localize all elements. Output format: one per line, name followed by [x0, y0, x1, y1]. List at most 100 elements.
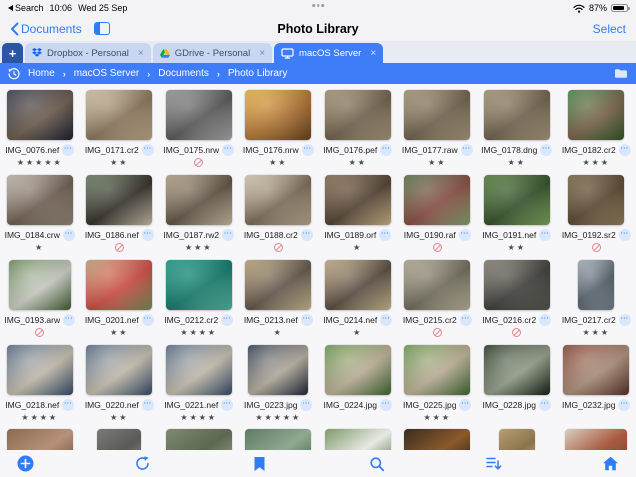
search-button[interactable] — [366, 453, 388, 475]
photo-thumbnail[interactable] — [499, 429, 535, 450]
more-options-button[interactable]: ··· — [539, 399, 551, 411]
more-options-button[interactable]: ··· — [539, 314, 551, 326]
photo-thumbnail[interactable] — [86, 260, 152, 310]
more-options-button[interactable]: ··· — [222, 144, 234, 156]
breadcrumb-bar: Home›macOS Server›Documents›Photo Librar… — [0, 63, 636, 84]
breadcrumb-item[interactable]: Documents — [158, 68, 209, 79]
photo-thumbnail[interactable] — [484, 175, 550, 225]
photo-thumbnail[interactable] — [325, 260, 391, 310]
more-options-button[interactable]: ··· — [142, 314, 154, 326]
more-options-button[interactable]: ··· — [63, 229, 75, 241]
refresh-button[interactable] — [131, 453, 153, 475]
select-button[interactable]: Select — [593, 22, 626, 36]
photo-thumbnail[interactable] — [7, 429, 73, 450]
more-options-button[interactable]: ··· — [63, 314, 75, 326]
more-options-button[interactable]: ··· — [619, 314, 631, 326]
more-options-button[interactable]: ··· — [300, 399, 312, 411]
more-options-button[interactable]: ··· — [62, 144, 74, 156]
photo-thumbnail[interactable] — [166, 260, 232, 310]
photo-thumbnail[interactable] — [245, 260, 311, 310]
more-options-button[interactable]: ··· — [142, 399, 154, 411]
more-options-button[interactable]: ··· — [461, 144, 473, 156]
more-options-button[interactable]: ··· — [380, 314, 392, 326]
photo-thumbnail[interactable] — [568, 175, 624, 225]
more-options-button[interactable]: ··· — [142, 144, 154, 156]
multitask-indicator-icon[interactable] — [312, 4, 324, 7]
more-options-button[interactable]: ··· — [619, 144, 631, 156]
close-tab-icon[interactable]: × — [138, 48, 144, 59]
file-name: IMG_0228.jpg — [483, 400, 536, 410]
more-options-button[interactable]: ··· — [459, 399, 471, 411]
more-options-button[interactable]: ··· — [380, 399, 392, 411]
photo-thumbnail[interactable] — [245, 429, 311, 450]
tab-gdrive-personal[interactable]: GDrive - Personal× — [153, 43, 272, 63]
add-button[interactable] — [14, 453, 36, 475]
photo-thumbnail[interactable] — [9, 260, 71, 310]
more-options-button[interactable]: ··· — [301, 229, 313, 241]
photo-thumbnail[interactable] — [86, 90, 152, 140]
photo-thumbnail[interactable] — [97, 429, 141, 450]
photo-thumbnail[interactable] — [245, 175, 311, 225]
photo-thumbnail[interactable] — [325, 90, 391, 140]
more-options-button[interactable]: ··· — [62, 399, 74, 411]
tab-macos-server[interactable]: macOS Server × — [274, 43, 383, 63]
photo-thumbnail[interactable] — [166, 175, 232, 225]
tab-label: macOS Server — [299, 48, 361, 59]
history-icon[interactable] — [8, 68, 20, 80]
rating-stars: ★★★ — [423, 413, 451, 422]
tab-dropbox-personal[interactable]: Dropbox - Personal× — [25, 43, 151, 63]
photo-thumbnail[interactable] — [578, 260, 614, 310]
photo-thumbnail[interactable] — [325, 345, 391, 395]
more-options-button[interactable]: ··· — [379, 229, 391, 241]
photo-thumbnail[interactable] — [86, 345, 152, 395]
close-tab-icon[interactable]: × — [259, 48, 265, 59]
back-to-app[interactable]: Search — [8, 3, 44, 13]
breadcrumb-item[interactable]: Home — [28, 68, 55, 79]
back-button[interactable]: Documents — [10, 22, 82, 36]
photo-thumbnail[interactable] — [7, 175, 73, 225]
close-tab-icon[interactable]: × — [370, 48, 376, 59]
more-options-button[interactable]: ··· — [221, 314, 233, 326]
breadcrumb-item[interactable]: Photo Library — [228, 68, 287, 79]
folder-icon[interactable] — [614, 68, 628, 79]
photo-thumbnail[interactable] — [404, 429, 470, 450]
photo-thumbnail[interactable] — [7, 90, 73, 140]
photo-thumbnail[interactable] — [404, 90, 470, 140]
more-options-button[interactable]: ··· — [460, 314, 472, 326]
photo-thumbnail[interactable] — [404, 260, 470, 310]
home-button[interactable] — [600, 453, 622, 475]
photo-thumbnail[interactable] — [86, 175, 152, 225]
photo-thumbnail[interactable] — [325, 175, 391, 225]
more-options-button[interactable]: ··· — [221, 399, 233, 411]
sidebar-toggle-icon[interactable] — [94, 22, 110, 35]
new-tab-button[interactable]: + — [2, 43, 23, 63]
more-options-button[interactable]: ··· — [618, 399, 630, 411]
photo-thumbnail[interactable] — [565, 429, 627, 450]
photo-thumbnail[interactable] — [245, 90, 311, 140]
tasks-button[interactable] — [483, 453, 505, 475]
more-options-button[interactable]: ··· — [222, 229, 234, 241]
photo-thumbnail[interactable] — [484, 345, 550, 395]
more-options-button[interactable]: ··· — [380, 144, 392, 156]
photo-thumbnail[interactable] — [484, 260, 550, 310]
more-options-button[interactable]: ··· — [142, 229, 154, 241]
more-options-button[interactable]: ··· — [302, 144, 314, 156]
photo-thumbnail[interactable] — [248, 345, 308, 395]
photo-thumbnail[interactable] — [404, 175, 470, 225]
breadcrumb-item[interactable]: macOS Server — [74, 68, 140, 79]
more-options-button[interactable]: ··· — [301, 314, 313, 326]
bookmark-button[interactable] — [248, 453, 270, 475]
photo-thumbnail[interactable] — [166, 429, 232, 450]
photo-thumbnail[interactable] — [568, 90, 624, 140]
more-options-button[interactable]: ··· — [619, 229, 631, 241]
photo-thumbnail[interactable] — [7, 345, 73, 395]
photo-thumbnail[interactable] — [404, 345, 470, 395]
more-options-button[interactable]: ··· — [540, 144, 552, 156]
more-options-button[interactable]: ··· — [539, 229, 551, 241]
photo-thumbnail[interactable] — [325, 429, 391, 450]
photo-thumbnail[interactable] — [166, 345, 232, 395]
photo-thumbnail[interactable] — [166, 90, 232, 140]
photo-thumbnail[interactable] — [484, 90, 550, 140]
more-options-button[interactable]: ··· — [459, 229, 471, 241]
photo-thumbnail[interactable] — [563, 345, 629, 395]
